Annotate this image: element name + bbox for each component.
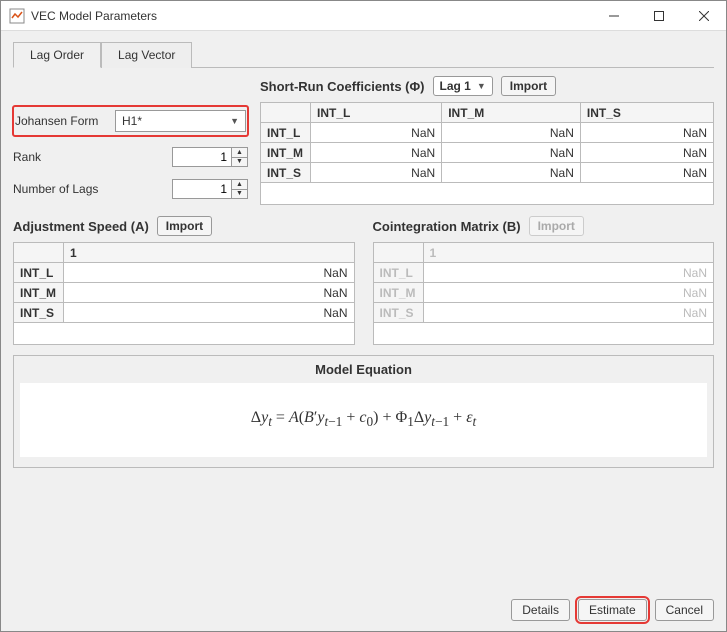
close-button[interactable]: [681, 1, 726, 31]
app-icon: [9, 8, 25, 24]
adj-speed-import-button[interactable]: Import: [157, 216, 212, 236]
tab-bar: Lag Order Lag Vector: [13, 41, 714, 68]
adj-speed-title: Adjustment Speed (A): [13, 219, 149, 234]
adj-speed-table[interactable]: 1 INT_LNaN INT_MNaN INT_SNaN: [13, 242, 355, 345]
equation-title: Model Equation: [14, 356, 713, 383]
lag-select-dropdown[interactable]: Lag 1 ▼: [433, 76, 493, 96]
chevron-down-icon: ▼: [230, 116, 239, 126]
table-cell: NaN: [423, 263, 714, 283]
short-run-table[interactable]: INT_L INT_M INT_S INT_L NaN NaN NaN INT_…: [260, 102, 714, 205]
param-panel: Johansen Form H1* ▼ Rank ▲ ▼: [13, 76, 248, 208]
rank-spin-down[interactable]: ▼: [232, 158, 247, 167]
coint-matrix-import-button: Import: [529, 216, 584, 236]
table-row-header: INT_S: [373, 303, 423, 323]
window-title: VEC Model Parameters: [31, 9, 591, 23]
table-cell[interactable]: NaN: [442, 143, 581, 163]
minimize-button[interactable]: [591, 1, 636, 31]
table-empty-row: [261, 183, 714, 205]
table-cell[interactable]: NaN: [442, 123, 581, 143]
table-row-header: INT_S: [14, 303, 64, 323]
details-button[interactable]: Details: [511, 599, 570, 621]
table-cell[interactable]: NaN: [64, 303, 355, 323]
lag-select-value: Lag 1: [440, 79, 471, 93]
maximize-button[interactable]: [636, 1, 681, 31]
numlags-spin-down[interactable]: ▼: [232, 190, 247, 199]
table-cell[interactable]: NaN: [311, 123, 442, 143]
table-col-header: INT_S: [580, 103, 713, 123]
table-row-header: INT_M: [373, 283, 423, 303]
table-row-header: INT_L: [373, 263, 423, 283]
table-cell[interactable]: NaN: [580, 163, 713, 183]
numlags-input[interactable]: [172, 179, 232, 199]
table-cell: NaN: [423, 283, 714, 303]
table-cell[interactable]: NaN: [580, 143, 713, 163]
johansen-form-label: Johansen Form: [15, 114, 115, 128]
table-col-header: INT_M: [442, 103, 581, 123]
estimate-button[interactable]: Estimate: [578, 599, 647, 621]
table-row-header: INT_S: [261, 163, 311, 183]
table-empty-row: [14, 323, 355, 345]
rank-spin-up[interactable]: ▲: [232, 148, 247, 158]
rank-input[interactable]: [172, 147, 232, 167]
table-cell[interactable]: NaN: [580, 123, 713, 143]
cancel-button[interactable]: Cancel: [655, 599, 714, 621]
coint-matrix-title: Cointegration Matrix (B): [373, 219, 521, 234]
table-col-header: 1: [64, 243, 355, 263]
table-row-header: INT_L: [14, 263, 64, 283]
table-cell[interactable]: NaN: [311, 163, 442, 183]
table-cell[interactable]: NaN: [64, 263, 355, 283]
short-run-import-button[interactable]: Import: [501, 76, 556, 96]
tab-lag-vector[interactable]: Lag Vector: [101, 42, 192, 68]
table-row-header: INT_M: [261, 143, 311, 163]
equation-panel: Model Equation Δyt = A(B′yt−1 + c0) + Φ1…: [13, 355, 714, 468]
short-run-title: Short-Run Coefficients (Φ): [260, 79, 425, 94]
table-col-header: INT_L: [311, 103, 442, 123]
equation-body: Δyt = A(B′yt−1 + c0) + Φ1Δyt−1 + εt: [20, 383, 707, 457]
table-col-header: 1: [423, 243, 714, 263]
coint-matrix-table: 1 INT_LNaN INT_MNaN INT_SNaN: [373, 242, 715, 345]
chevron-down-icon: ▼: [477, 81, 486, 91]
johansen-form-dropdown[interactable]: H1* ▼: [115, 110, 246, 132]
numlags-label: Number of Lags: [13, 182, 113, 196]
tab-lag-order[interactable]: Lag Order: [13, 42, 101, 68]
table-cell[interactable]: NaN: [442, 163, 581, 183]
rank-label: Rank: [13, 150, 113, 164]
table-cell[interactable]: NaN: [311, 143, 442, 163]
table-row-header: INT_M: [14, 283, 64, 303]
table-cell: NaN: [423, 303, 714, 323]
title-bar: VEC Model Parameters: [1, 1, 726, 31]
numlags-spin-up[interactable]: ▲: [232, 180, 247, 190]
table-row-header: INT_L: [261, 123, 311, 143]
table-empty-row: [373, 323, 714, 345]
table-cell[interactable]: NaN: [64, 283, 355, 303]
johansen-form-value: H1*: [122, 114, 142, 128]
